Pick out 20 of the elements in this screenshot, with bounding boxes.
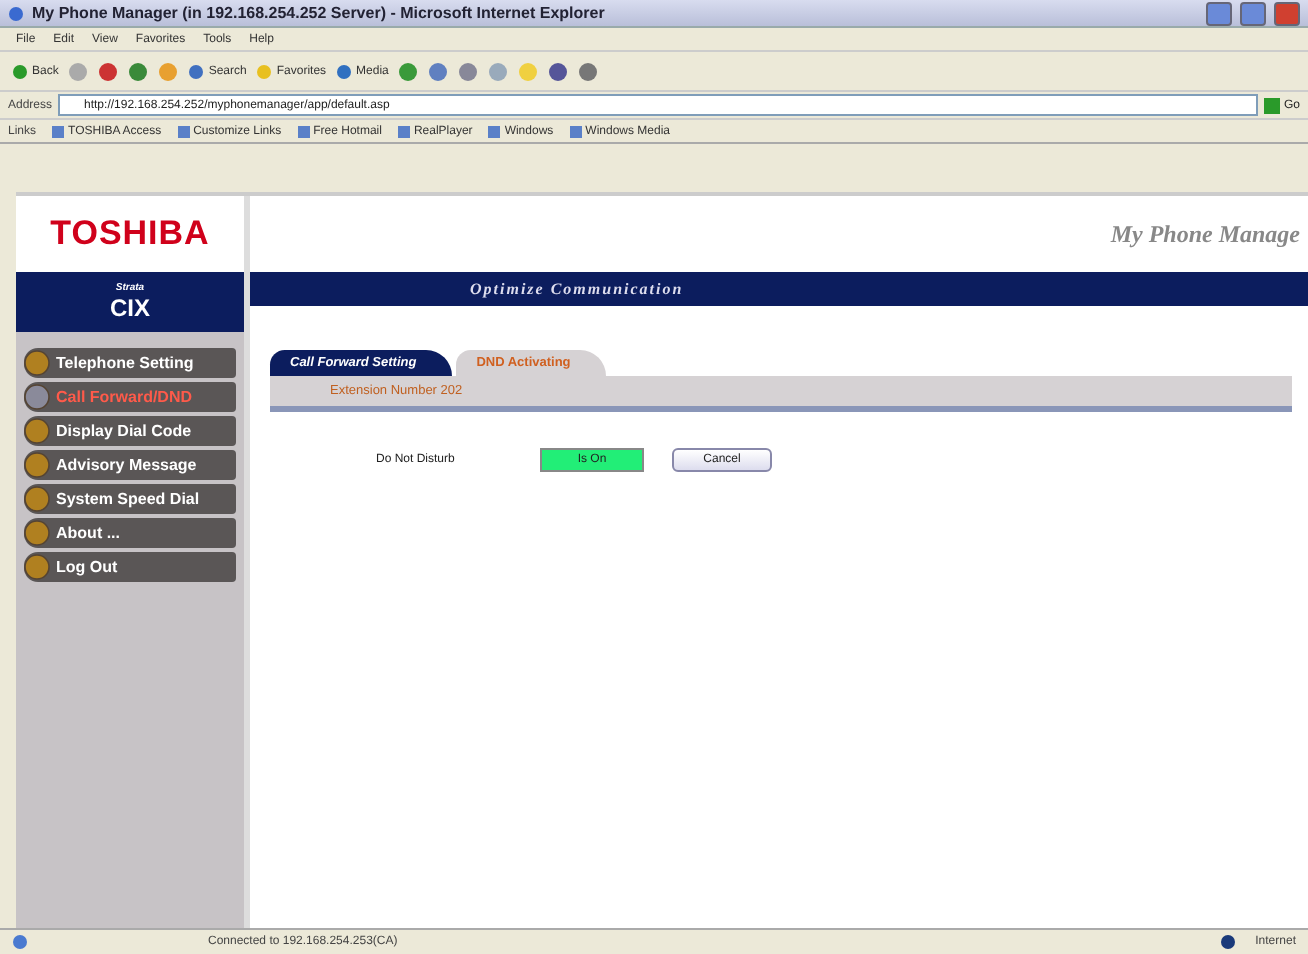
slogan-banner: Optimize Communication — [250, 272, 1308, 306]
sidebar-item[interactable]: Advisory Message — [24, 450, 236, 480]
sidebar-item[interactable]: Telephone Setting — [24, 348, 236, 378]
app-title: My Phone Manage — [1110, 219, 1300, 249]
brand-logo: TOSHIBA — [16, 196, 244, 272]
sidebar-item[interactable]: About ... — [24, 518, 236, 548]
minimize-button[interactable] — [1206, 1, 1232, 25]
sidebar-item[interactable]: System Speed Dial — [24, 484, 236, 514]
bullet-icon — [24, 486, 50, 512]
bullet-icon — [24, 350, 50, 376]
bullet-icon — [24, 452, 50, 478]
bullet-icon — [24, 554, 50, 580]
bullet-icon — [24, 418, 50, 444]
sidebar-item[interactable]: Display Dial Code — [24, 416, 236, 446]
maximize-button[interactable] — [1240, 1, 1266, 25]
bullet-icon — [24, 384, 50, 410]
window-title: My Phone Manager (in 192.168.254.252 Server) - Microsoft Internet Explorer — [32, 4, 607, 22]
sidebar-item[interactable]: Log Out — [24, 552, 236, 582]
close-button[interactable] — [1274, 1, 1300, 25]
bullet-icon — [24, 520, 50, 546]
